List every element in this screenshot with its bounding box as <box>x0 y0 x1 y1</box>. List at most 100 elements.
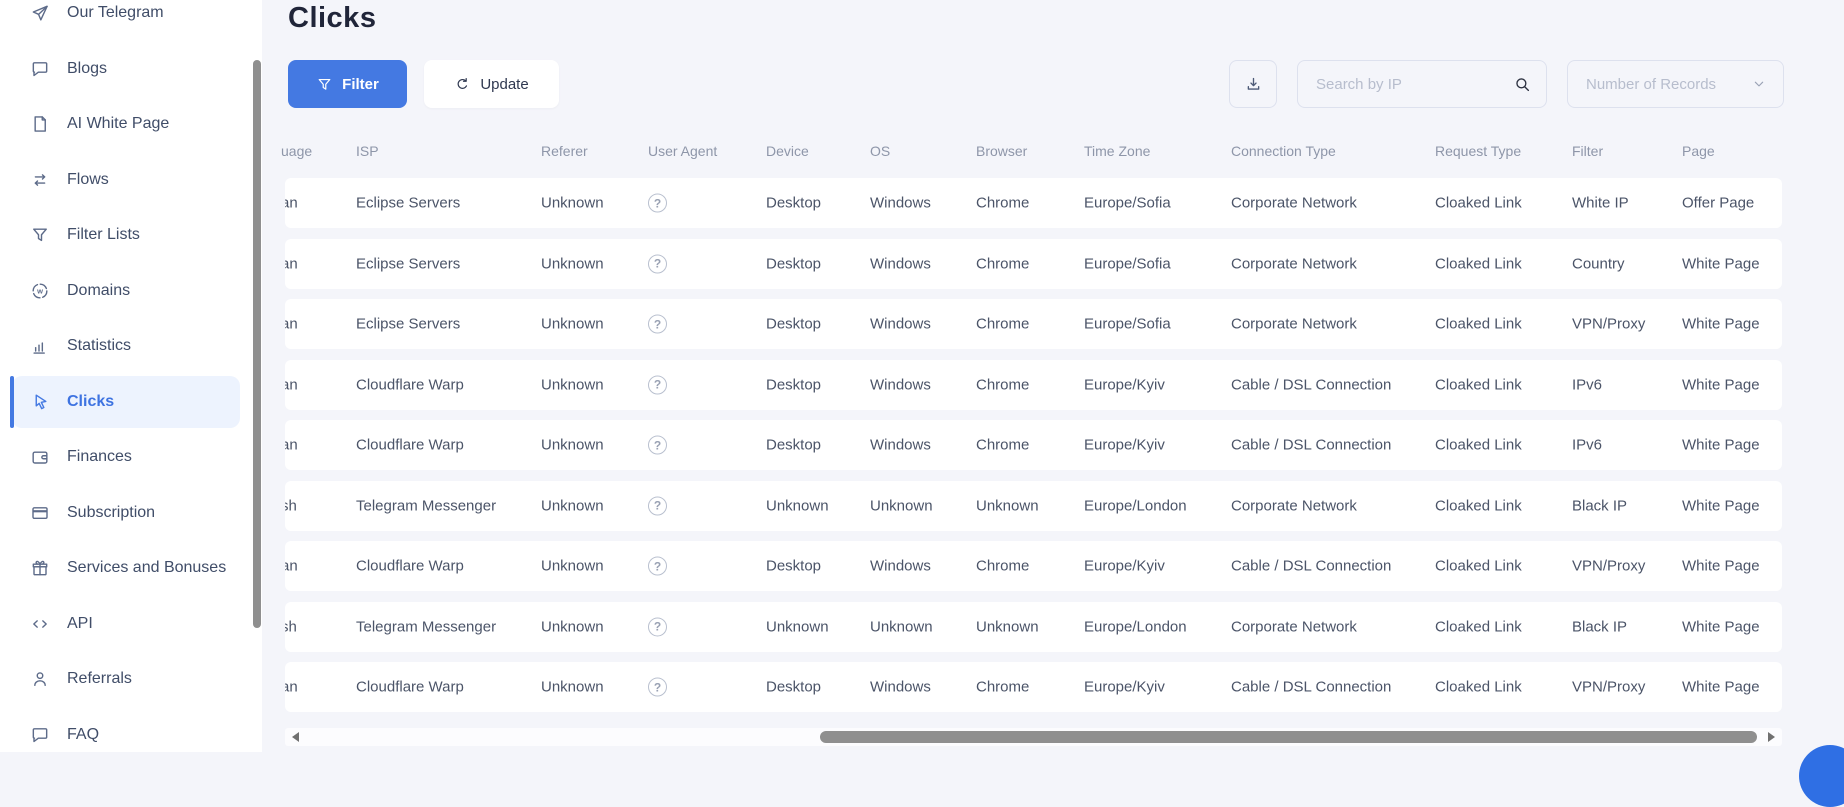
cell-page: White Page <box>1682 618 1760 635</box>
column-header: Connection Type <box>1231 143 1336 159</box>
cell-tz: Europe/Kyiv <box>1084 436 1165 454</box>
cell-os: Windows <box>870 678 931 696</box>
cell-os: Unknown <box>870 618 933 635</box>
cell-referer: Unknown <box>541 557 604 575</box>
cell-filter: IPv6 <box>1572 436 1603 454</box>
user-agent-help-icon[interactable]: ? <box>648 496 667 515</box>
sidebar-item-clicks[interactable]: Clicks <box>10 375 240 428</box>
sidebar-item-services-and-bonuses[interactable]: Services and Bonuses <box>12 542 240 594</box>
column-header: Time Zone <box>1084 143 1151 159</box>
filter-button[interactable]: Filter <box>288 60 407 108</box>
sidebar-item-label: Our Telegram <box>67 4 164 21</box>
user-agent-help-icon[interactable]: ? <box>648 193 667 213</box>
cell-tz: Europe/Kyiv <box>1084 557 1165 575</box>
cell-browser: Chrome <box>976 315 1030 333</box>
column-header: Filter <box>1572 143 1604 159</box>
user-agent-help-icon[interactable]: ? <box>648 617 667 636</box>
download-button[interactable] <box>1229 60 1277 108</box>
horizontal-scrollbar[interactable] <box>285 728 1782 746</box>
sidebar-scrollbar-thumb[interactable] <box>253 60 261 628</box>
cell-lang: sh <box>285 618 297 635</box>
sidebar-item-our-telegram[interactable]: Our Telegram <box>12 0 240 39</box>
cell-isp: Telegram Messenger <box>356 618 497 635</box>
cell-referer: Unknown <box>541 618 604 635</box>
cell-conn: Cable / DSL Connection <box>1231 678 1392 696</box>
card-icon <box>30 503 50 523</box>
sidebar-item-subscription[interactable]: Subscription <box>12 487 240 539</box>
sidebar-item-blogs[interactable]: Blogs <box>12 43 240 95</box>
chat-widget-button[interactable] <box>1799 745 1844 807</box>
cell-os: Windows <box>870 376 931 393</box>
cell-device: Desktop <box>766 194 822 212</box>
cell-isp: Telegram Messenger <box>356 497 497 514</box>
cell-lang: an <box>285 376 298 393</box>
column-header: Request Type <box>1435 143 1522 159</box>
cell-tz: Europe/Kyiv <box>1084 678 1165 696</box>
scroll-left-arrow-icon[interactable] <box>292 732 299 742</box>
cell-browser: Chrome <box>976 678 1030 696</box>
cell-filter: Country <box>1572 255 1625 272</box>
update-button[interactable]: Update <box>424 60 559 108</box>
cell-isp: Eclipse Servers <box>356 255 461 272</box>
number-of-records-dropdown[interactable]: Number of Records <box>1567 60 1784 108</box>
cell-page: White Page <box>1682 678 1760 696</box>
search-icon[interactable] <box>1513 75 1532 94</box>
user-agent-help-icon[interactable]: ? <box>648 556 667 576</box>
sidebar-item-faq[interactable]: FAQ <box>12 709 240 761</box>
cell-page: White Page <box>1682 255 1760 272</box>
user-agent-help-icon[interactable]: ? <box>648 314 667 334</box>
cell-page: White Page <box>1682 497 1760 514</box>
sidebar-item-domains[interactable]: Domains <box>12 265 240 317</box>
cell-req: Cloaked Link <box>1435 678 1522 696</box>
cell-page: White Page <box>1682 557 1760 575</box>
sidebar-item-ai-white-page[interactable]: AI White Page <box>12 98 240 150</box>
user-agent-help-icon[interactable]: ? <box>648 677 667 697</box>
funnel-icon <box>30 225 50 245</box>
cell-os: Windows <box>870 315 931 333</box>
user-agent-help-icon[interactable]: ? <box>648 375 667 394</box>
cell-lang: an <box>285 436 298 454</box>
column-header: ISP <box>356 143 379 159</box>
table-row: an Cloudflare Warp Unknown? Desktop Windows C… <box>285 359 1782 410</box>
table-row: an Cloudflare Warp Unknown? Desktop Windows C… <box>285 541 1782 591</box>
user-agent-help-icon[interactable]: ? <box>648 254 667 273</box>
sidebar-item-filter-lists[interactable]: Filter Lists <box>12 209 240 261</box>
cell-os: Unknown <box>870 497 933 514</box>
cell-isp: Eclipse Servers <box>356 194 461 212</box>
column-header: Page <box>1682 143 1715 159</box>
cell-req: Cloaked Link <box>1435 436 1522 454</box>
sidebar-item-flows[interactable]: Flows <box>12 154 240 206</box>
cell-req: Cloaked Link <box>1435 557 1522 575</box>
horizontal-scrollbar-thumb[interactable] <box>820 731 1757 743</box>
cursor-icon <box>30 392 50 412</box>
sidebar-item-statistics[interactable]: Statistics <box>12 320 240 372</box>
cell-browser: Chrome <box>976 194 1030 212</box>
cell-page: Offer Page <box>1682 194 1755 212</box>
sidebar-item-label: FAQ <box>67 725 100 743</box>
cell-conn: Cable / DSL Connection <box>1231 557 1392 575</box>
cell-conn: Corporate Network <box>1231 255 1357 272</box>
table-row: an Eclipse Servers Unknown? Desktop Windows C… <box>285 238 1782 289</box>
person-icon <box>30 669 50 689</box>
sidebar-item-api[interactable]: API <box>12 598 240 650</box>
user-agent-help-icon[interactable]: ? <box>648 435 667 455</box>
wallet-icon <box>30 447 50 467</box>
search-input[interactable] <box>1298 75 1513 93</box>
chart-icon <box>30 336 50 356</box>
cell-conn: Cable / DSL Connection <box>1231 436 1392 454</box>
sidebar-item-finances[interactable]: Finances <box>12 431 240 483</box>
sidebar-item-label: Subscription <box>67 503 156 521</box>
cell-lang: an <box>285 255 298 272</box>
cell-page: White Page <box>1682 436 1760 454</box>
cell-req: Cloaked Link <box>1435 618 1522 635</box>
sidebar-item-referrals[interactable]: Referrals <box>12 653 240 705</box>
cell-filter: IPv6 <box>1572 376 1603 393</box>
comment-icon <box>30 725 50 745</box>
code-icon <box>30 614 50 634</box>
cell-browser: Unknown <box>976 618 1039 635</box>
cell-req: Cloaked Link <box>1435 194 1522 212</box>
cell-isp: Eclipse Servers <box>356 315 461 333</box>
scroll-right-arrow-icon[interactable] <box>1768 732 1775 742</box>
table-row: an Eclipse Servers Unknown? Desktop Windows C… <box>285 178 1782 228</box>
cell-req: Cloaked Link <box>1435 497 1522 514</box>
